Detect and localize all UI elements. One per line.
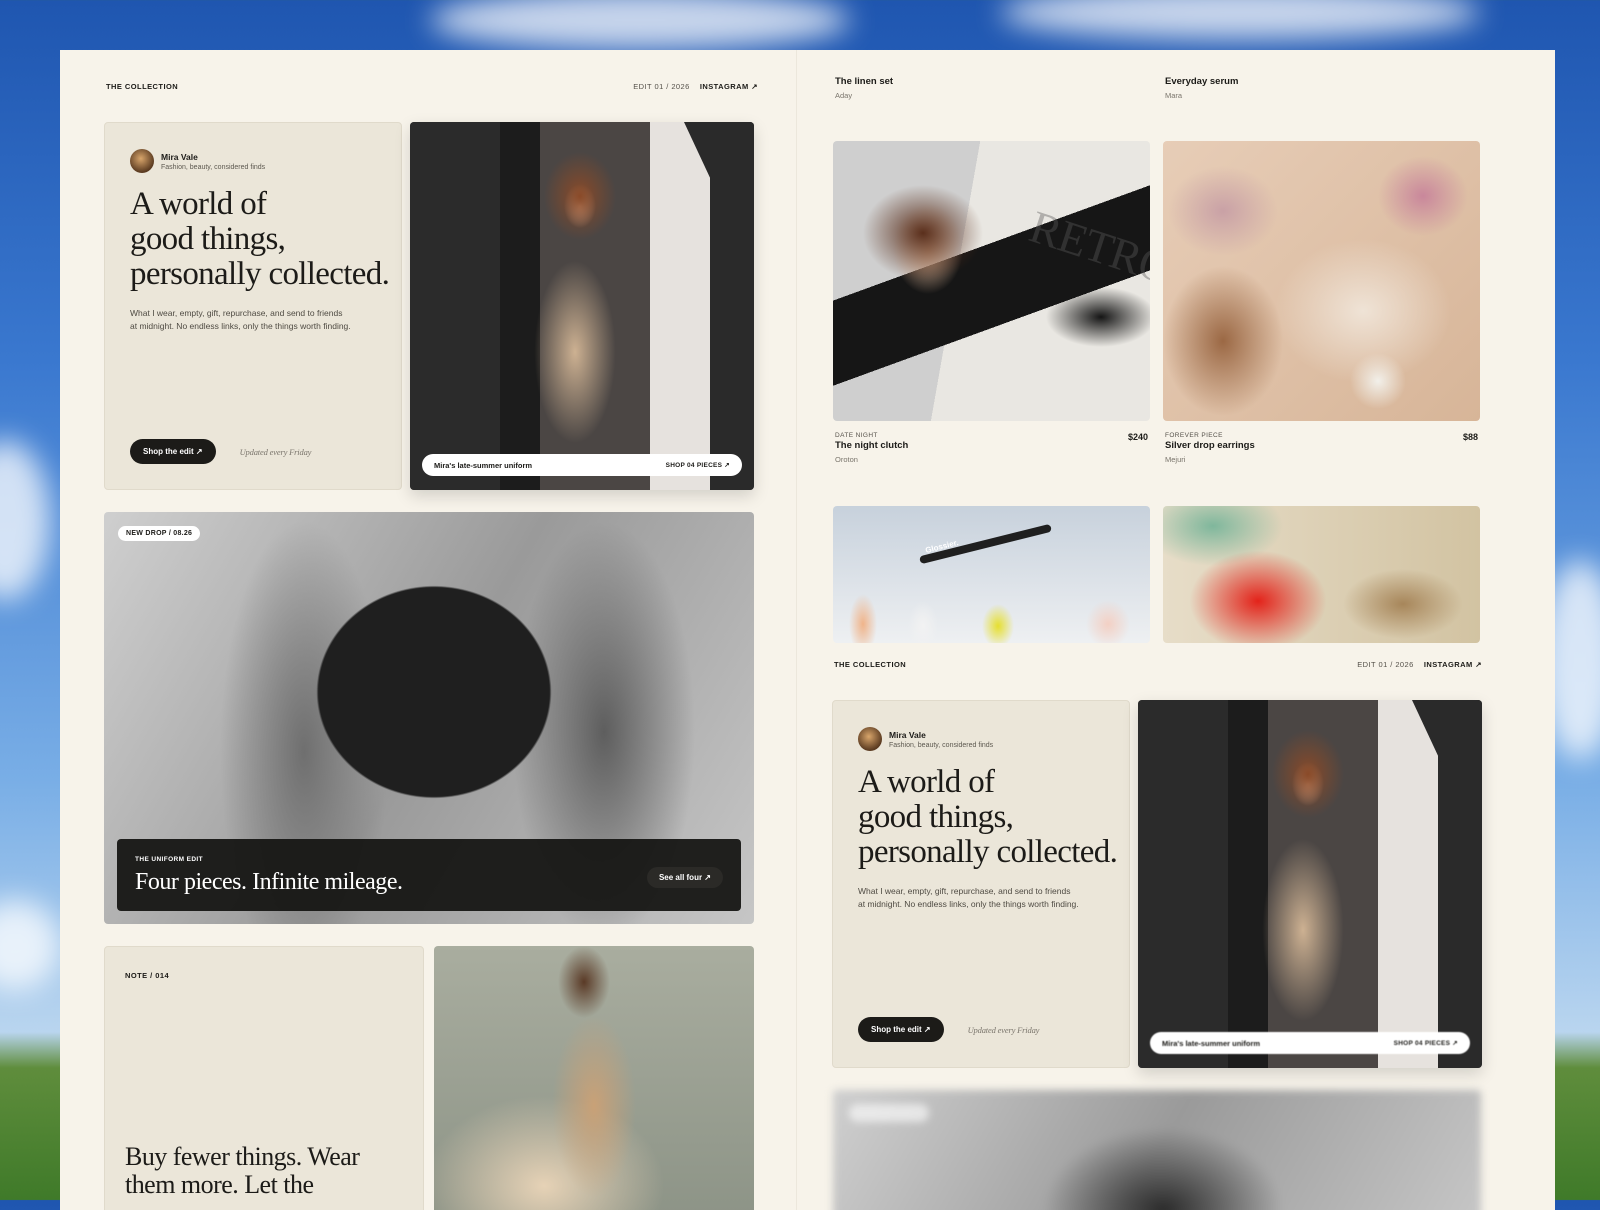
note-line: Buy fewer things. Wear [125,1143,359,1171]
avatar [858,727,882,751]
uniform-title: Four pieces. Infinite mileage. [135,869,403,896]
product-name: Silver drop earrings [1165,440,1478,451]
profile-tagline: Fashion, beauty, considered finds [889,742,993,749]
instagram-link[interactable]: INSTAGRAM ↗ [1424,660,1482,669]
headline-line: A world of [130,187,389,222]
note-label: NOTE / 014 [125,971,169,980]
updated-note: Updated every Friday [240,447,312,457]
product-clutch-info[interactable]: DATE NIGHT $240 The night clutch Oroton [835,432,1148,464]
collage-sheet: THE COLLECTION EDIT 01 / 2026 INSTAGRAM … [60,50,1555,1210]
red-bag-photo [1163,506,1480,643]
shop-edit-button[interactable]: Shop the edit ↗ [858,1017,944,1042]
intro-card-repeat: Mira Vale Fashion, beauty, considered fi… [832,700,1130,1068]
item-name: Everyday serum [1165,76,1238,87]
item-brand: Mara [1165,91,1238,100]
product-price: $88 [1463,432,1478,442]
uniform-label: THE UNIFORM EDIT [135,856,203,863]
shop-pieces-link[interactable]: SHOP 04 PIECES ↗ [666,461,730,469]
updated-note: Updated every Friday [968,1025,1040,1035]
headline-line: personally collected. [858,835,1117,870]
edit-label: EDIT 01 / 2026 [1357,660,1414,669]
flatlay-photo [1163,141,1480,421]
hero-photo-card-repeat[interactable]: Mira's late-summer uniform SHOP 04 PIECE… [1138,700,1482,1068]
headline-line: A world of [858,765,1117,800]
magazine-photo [833,141,1150,421]
new-drop-card[interactable]: NEW DROP / 08.26 THE UNIFORM EDIT Four p… [104,512,754,924]
beauty-photo [833,506,1150,643]
blurred-photo [833,1090,1481,1210]
product-name: The night clutch [835,440,1148,451]
note-card: NOTE / 014 Buy fewer things. Wear them m… [104,946,424,1210]
note-line: them more. Let the [125,1171,359,1199]
product-photo-clutch[interactable]: RETRO [833,141,1150,421]
brand-label: THE COLLECTION [834,660,906,669]
top-item-serum[interactable]: Everyday serum Mara [1165,76,1238,100]
edit-label: EDIT 01 / 2026 [633,82,690,91]
headline: A world of good things, personally colle… [130,187,389,292]
product-photo-earrings[interactable] [1163,141,1480,421]
steel-beam-shape [684,122,754,272]
intro-line: at midnight. No endless links, only the … [130,320,351,333]
right-header: THE COLLECTION EDIT 01 / 2026 INSTAGRAM … [834,660,1482,669]
shop-pieces-link[interactable]: SHOP 04 PIECES ↗ [1394,1039,1458,1047]
column-divider [796,50,797,1210]
profile: Mira Vale Fashion, beauty, considered fi… [130,149,265,173]
product-photo-beauty[interactable]: Glossier. [833,506,1150,643]
left-header: THE COLLECTION EDIT 01 / 2026 INSTAGRAM … [106,82,758,91]
product-price: $240 [1128,432,1148,442]
intro-line: What I wear, empty, gift, repurchase, an… [130,307,351,320]
headline: A world of good things, personally colle… [858,765,1117,870]
intro-text: What I wear, empty, gift, repurchase, an… [858,885,1079,911]
new-drop-badge: NEW DROP / 08.26 [118,526,200,541]
item-name: The linen set [835,76,893,87]
note-text: Buy fewer things. Wear them more. Let th… [125,1143,359,1199]
blurred-badge-shape [849,1104,929,1122]
profile-tagline: Fashion, beauty, considered finds [161,164,265,171]
hero-caption: Mira's late-summer uniform [434,461,532,470]
headline-line: good things, [130,222,389,257]
uniform-edit-banner: THE UNIFORM EDIT Four pieces. Infinite m… [117,839,741,911]
item-brand: Aday [835,91,893,100]
trench-photo-card[interactable] [434,946,754,1210]
hero-caption-bar[interactable]: Mira's late-summer uniform SHOP 04 PIECE… [1150,1032,1470,1054]
product-earrings-info[interactable]: FOREVER PIECE $88 Silver drop earrings M… [1165,432,1478,464]
intro-line: at midnight. No endless links, only the … [858,898,1079,911]
see-all-button[interactable]: See all four ↗ [647,867,723,888]
product-brand: Oroton [835,455,1148,464]
shop-edit-button[interactable]: Shop the edit ↗ [130,439,216,464]
intro-card: Mira Vale Fashion, beauty, considered fi… [104,122,402,490]
intro-line: What I wear, empty, gift, repurchase, an… [858,885,1079,898]
profile: Mira Vale Fashion, beauty, considered fi… [858,727,993,751]
headline-line: good things, [858,800,1117,835]
profile-name: Mira Vale [889,730,993,740]
intro-text: What I wear, empty, gift, repurchase, an… [130,307,351,333]
steel-beam-shape [1412,700,1482,850]
hero-caption-bar[interactable]: Mira's late-summer uniform SHOP 04 PIECE… [422,454,742,476]
product-brand: Mejuri [1165,455,1478,464]
hero-caption: Mira's late-summer uniform [1162,1039,1260,1048]
profile-name: Mira Vale [161,152,265,162]
blurred-drop-card [833,1090,1481,1210]
top-item-linen[interactable]: The linen set Aday [835,76,893,100]
trench-photo [434,946,754,1210]
avatar [130,149,154,173]
instagram-link[interactable]: INSTAGRAM ↗ [700,82,758,91]
product-photo-bag[interactable] [1163,506,1480,643]
brand-label: THE COLLECTION [106,82,178,91]
headline-line: personally collected. [130,257,389,292]
hero-photo-card[interactable]: Mira's late-summer uniform SHOP 04 PIECE… [410,122,754,490]
